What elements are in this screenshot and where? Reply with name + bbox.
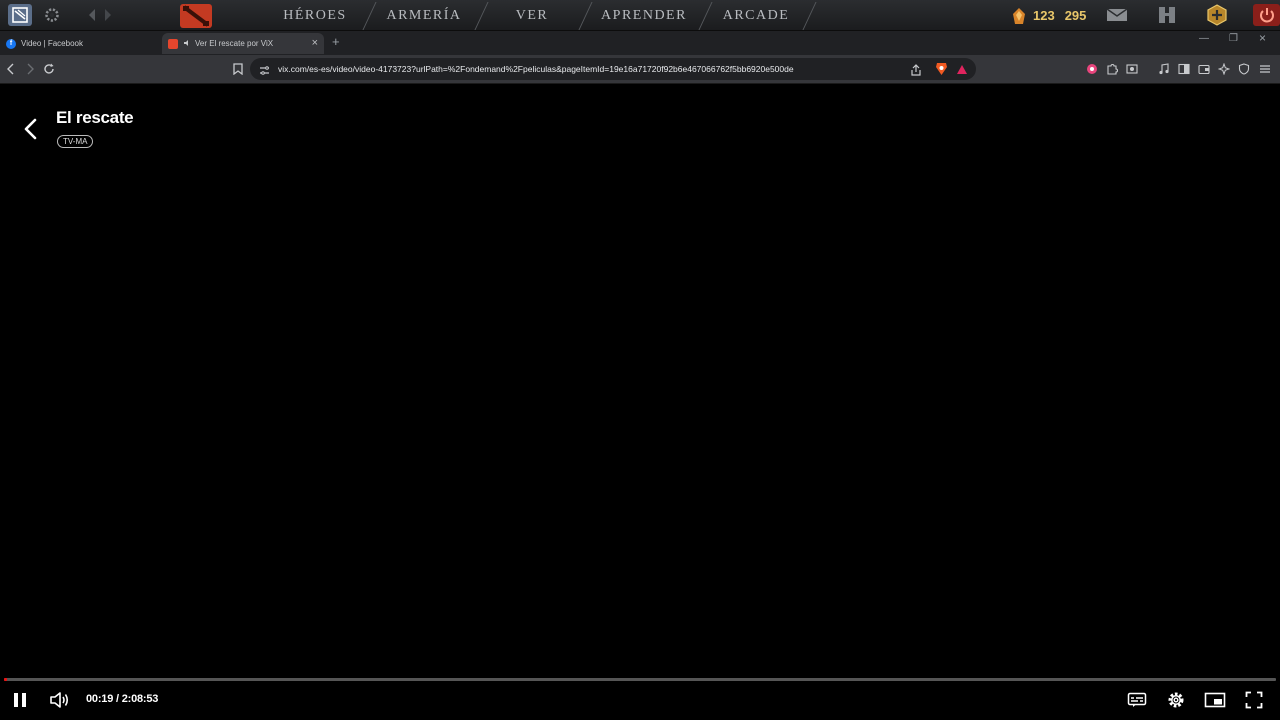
power-exit-icon[interactable]	[1253, 4, 1280, 26]
browser-tab-strip: f Video | Facebook Ver El rescate por Vi…	[0, 31, 1280, 55]
video-title: El rescate	[56, 108, 134, 127]
settings-button[interactable]	[1164, 686, 1188, 714]
vpn-shield-icon[interactable]	[1237, 62, 1251, 76]
bookmark-icon[interactable]	[229, 60, 247, 78]
url-text: vix.com/es-es/video/video-4173723?urlPat…	[278, 64, 794, 74]
game-tab-arcade[interactable]: ARCADE	[704, 0, 808, 31]
plus-subscription-icon[interactable]	[1204, 4, 1230, 26]
subtitles-button[interactable]	[1125, 686, 1149, 714]
subtitles-icon	[1127, 692, 1147, 707]
shards-currency[interactable]: 123 295	[1011, 0, 1086, 31]
game-tab-heroes[interactable]: HÉROES	[262, 0, 368, 31]
new-tab-plus-icon[interactable]: +	[332, 34, 340, 49]
currency-count-1: 123	[1033, 8, 1055, 23]
pause-button[interactable]	[8, 686, 32, 714]
game-tab-armory[interactable]: ARMERÍA	[368, 0, 480, 31]
vix-favicon-icon	[168, 38, 178, 49]
video-player[interactable]: El rescate TV-MA 00:19 / 2:08:53	[0, 84, 1280, 720]
browser-tab-vix[interactable]: Ver El rescate por ViX ×	[162, 33, 324, 54]
settings-gear-icon[interactable]	[40, 4, 64, 26]
picture-in-picture-icon	[1204, 692, 1226, 708]
sidebar-toggle-icon[interactable]	[1177, 62, 1191, 76]
mail-icon[interactable]	[1104, 4, 1130, 26]
back-arrow-icon[interactable]	[20, 117, 42, 141]
media-controls-icon[interactable]	[1157, 62, 1171, 76]
picture-in-picture-button[interactable]	[1202, 686, 1228, 714]
close-tab-icon[interactable]: ×	[312, 37, 318, 49]
dashboard-menu-icon[interactable]	[8, 4, 32, 26]
reload-icon[interactable]	[40, 60, 58, 78]
browser-tab-label: Ver El rescate por ViX	[195, 39, 274, 48]
fullscreen-icon	[1245, 691, 1263, 709]
restore-window-icon[interactable]: ❐	[1229, 33, 1238, 44]
browser-toolbar: vix.com/es-es/video/video-4173723?urlPat…	[0, 55, 1280, 84]
currency-count-2: 295	[1064, 8, 1087, 23]
brave-shields-icon[interactable]	[934, 62, 948, 76]
fullscreen-button[interactable]	[1242, 686, 1266, 714]
game-top-bar: HÉROES ARMERÍA VER APRENDER ARCADE 123 2…	[0, 0, 1280, 31]
game-forward-arrow-icon[interactable]	[96, 4, 120, 26]
brave-rewards-icon[interactable]	[955, 62, 969, 76]
progress-played	[4, 678, 8, 681]
settings-gear-icon	[1168, 692, 1184, 708]
facebook-favicon-icon: f	[6, 38, 16, 49]
screenshot-extension-icon[interactable]	[1125, 62, 1139, 76]
browser-tab-label: Video | Facebook	[21, 39, 83, 48]
leo-ai-icon[interactable]	[1217, 62, 1231, 76]
extension-pink-icon[interactable]	[1085, 62, 1099, 76]
minimize-window-icon[interactable]: —	[1199, 33, 1209, 44]
volume-button[interactable]	[47, 686, 73, 714]
game-tab-learn[interactable]: APRENDER	[584, 0, 704, 31]
wallet-icon[interactable]	[1197, 62, 1211, 76]
game-tab-watch[interactable]: VER	[480, 0, 584, 31]
browser-tab-facebook[interactable]: f Video | Facebook	[0, 33, 160, 54]
extensions-puzzle-icon[interactable]	[1105, 62, 1119, 76]
browser-back-icon[interactable]	[2, 60, 20, 78]
progress-bar[interactable]	[4, 678, 1276, 681]
share-icon[interactable]	[910, 63, 922, 81]
browser-menu-icon[interactable]	[1258, 62, 1272, 76]
volume-icon	[50, 692, 69, 708]
browser-forward-icon[interactable]	[21, 60, 39, 78]
pause-icon	[14, 693, 26, 707]
time-display: 00:19 / 2:08:53	[86, 693, 159, 705]
armory-items-icon[interactable]	[1154, 4, 1180, 26]
address-bar[interactable]: vix.com/es-es/video/video-4173723?urlPat…	[250, 58, 976, 80]
audio-playing-icon[interactable]	[183, 39, 191, 49]
shard-icon	[1013, 7, 1025, 24]
site-info-icon[interactable]	[259, 63, 270, 81]
rating-badge: TV-MA	[57, 135, 94, 148]
close-window-icon[interactable]: ×	[1259, 31, 1266, 45]
game-nav: HÉROES ARMERÍA VER APRENDER ARCADE	[262, 0, 808, 31]
dota-logo-icon[interactable]	[178, 3, 214, 29]
